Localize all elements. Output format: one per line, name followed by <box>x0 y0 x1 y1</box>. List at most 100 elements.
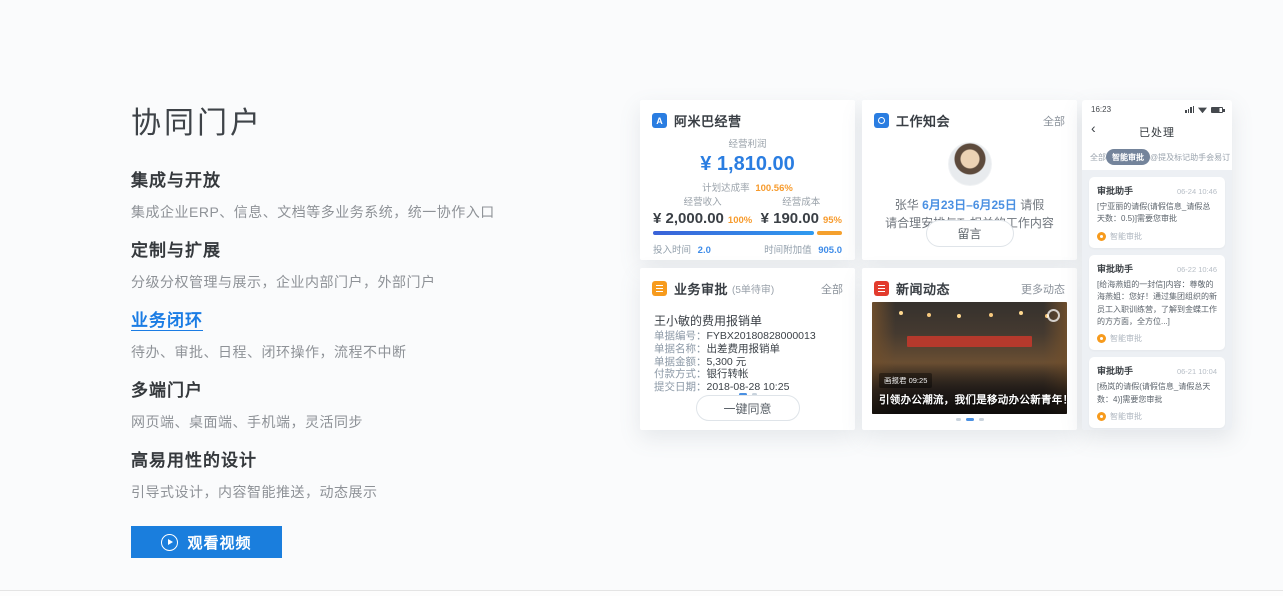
feature-usability: 高易用性的设计 引导式设计，内容智能推送，动态展示 <box>131 446 571 502</box>
amoeba-app-icon: A <box>652 113 667 128</box>
author-chip: 画报君 09:25 <box>879 373 932 388</box>
watch-video-button[interactable]: 观看视频 <box>131 526 282 558</box>
income-stat: 经营收入 ¥ 2,000.00 100% <box>653 194 752 227</box>
smart-approval-icon <box>1097 334 1106 343</box>
message-card[interactable]: 审批助手 06-22 10:46 [给海燕姐的一封信]内容：尊敬的海燕姐：您好！… <box>1089 255 1225 351</box>
message-badge: 智能审批 <box>1097 333 1217 344</box>
message-card[interactable]: 审批助手 06-24 10:46 [宁亚丽的请假(请假信息_请假总天数：0.5)… <box>1089 177 1225 248</box>
event-type: 请假 <box>1020 198 1044 212</box>
tab-smart-approval-active[interactable]: 智能审批 <box>1106 149 1150 165</box>
battery-icon <box>1211 107 1223 113</box>
carousel-dots[interactable] <box>862 418 1077 421</box>
time-label: 投入时间 <box>653 245 691 256</box>
row-label: 单据名称： <box>654 343 707 356</box>
dot[interactable] <box>979 418 984 421</box>
card-amoeba-operation: A 阿米巴经营 经营利润 ¥ 1,810.00 计划达成率 100.56% 经营… <box>640 100 855 260</box>
wifi-icon <box>1198 106 1207 113</box>
doc-detail-rows: 单据编号： FYBX20180828000013 单据名称： 出差费用报销单 单… <box>654 330 816 394</box>
feature-desc: 集成企业ERP、信息、文档等多业务系统，统一协作入口 <box>131 202 571 222</box>
leave-dates: 6月23日–6月25日 <box>922 198 1017 212</box>
leave-message-button[interactable]: 留言 <box>926 220 1014 247</box>
feature-customization: 定制与扩展 分级分权管理与展示，企业内部门户，外部门户 <box>131 236 571 292</box>
plan-value: 100.56% <box>755 183 793 194</box>
progress-bar <box>653 231 842 235</box>
phone-page-title: 已处理 <box>1139 124 1175 140</box>
person-name: 张华 <box>895 198 919 212</box>
feature-integration: 集成与开放 集成企业ERP、信息、文档等多业务系统，统一协作入口 <box>131 166 571 222</box>
one-click-approve-button[interactable]: 一键同意 <box>696 395 800 421</box>
play-icon <box>161 534 178 551</box>
profit-block: 经营利润 ¥ 1,810.00 计划达成率 100.56% <box>640 136 855 194</box>
phone-message-list: 审批助手 06-24 10:46 [宁亚丽的请假(请假信息_请假总天数：0.5)… <box>1082 170 1232 430</box>
doc-row: 单据名称： 出差费用报销单 <box>654 343 816 356</box>
phone-screenshot: 16:23 ‹ 已处理 全部 智能审批 @提及 标记助手 会易订 审批助手 06… <box>1082 100 1232 430</box>
plan-rate: 计划达成率 100.56% <box>640 180 855 194</box>
watch-video-label: 观看视频 <box>187 532 251 553</box>
message-text: [给海燕姐的一封信]内容：尊敬的海燕姐：您好！通过集团组织的新员工入职训练营，了… <box>1097 279 1217 329</box>
message-time: 06-22 10:46 <box>1177 265 1217 274</box>
next-section-strip <box>0 591 1283 596</box>
card-title: 阿米巴经营 <box>674 111 742 130</box>
message-badge: 智能审批 <box>1097 411 1217 422</box>
message-text: [杨岚的请假(请假信息_请假总天数：4)]需要您审批 <box>1097 381 1217 406</box>
tab-mentions[interactable]: @提及 <box>1150 152 1174 163</box>
feature-heading[interactable]: 集成与开放 <box>131 166 571 191</box>
smart-approval-icon <box>1097 412 1106 421</box>
doc-row: 单据金额： 5,300 元 <box>654 356 816 369</box>
feature-heading[interactable]: 多端门户 <box>131 376 571 401</box>
notice-line: 张华 6月23日–6月25日 请假 <box>862 196 1077 213</box>
dot-active[interactable] <box>966 418 974 421</box>
card-news-feed: 新闻动态 更多动态 画报君 09:25 引领办公潮流，我们是移动办公新青年！ <box>862 268 1077 430</box>
dot[interactable] <box>956 418 961 421</box>
newspaper-icon <box>878 285 885 292</box>
message-card[interactable]: 审批助手 06-21 10:04 [杨岚的请假(请假信息_请假总天数：4)]需要… <box>1089 357 1225 428</box>
red-banner-decor <box>907 336 1032 347</box>
news-author: 画报君 <box>884 376 907 385</box>
all-link[interactable]: 全部 <box>821 281 843 297</box>
phone-status-bar: 16:23 <box>1082 100 1232 119</box>
income-cost-row: 经营收入 ¥ 2,000.00 100% 经营成本 ¥ 190.00 95% <box>653 194 842 227</box>
document-icon <box>656 285 663 292</box>
cost-stat: 经营成本 ¥ 190.00 95% <box>761 194 842 227</box>
signal-icon <box>1185 106 1194 114</box>
status-time: 16:23 <box>1091 105 1111 114</box>
feature-column: 协同门户 集成与开放 集成企业ERP、信息、文档等多业务系统，统一协作入口 定制… <box>131 98 571 558</box>
news-image[interactable]: 画报君 09:25 引领办公潮流，我们是移动办公新青年！ <box>872 302 1067 414</box>
added-value: 905.0 <box>818 245 842 256</box>
ceiling-lights-decor <box>899 311 903 315</box>
row-label: 单据编号： <box>654 330 707 343</box>
tab-booking[interactable]: 会易订 <box>1206 152 1230 163</box>
feature-desc: 待办、审批、日程、闭环操作，流程不中断 <box>131 342 571 362</box>
card-title: 工作知会 <box>896 111 950 130</box>
row-value: 5,300 元 <box>707 356 747 369</box>
added-value-label: 时间附加值 <box>764 245 812 256</box>
avatar <box>948 142 992 186</box>
back-chevron-icon[interactable]: ‹ <box>1091 120 1096 136</box>
more-news-link[interactable]: 更多动态 <box>1021 281 1065 297</box>
doc-row: 付款方式： 银行转帐 <box>654 368 816 381</box>
tab-all[interactable]: 全部 <box>1090 152 1106 163</box>
feature-heading-active[interactable]: 业务闭环 <box>131 306 571 331</box>
card-work-notice: 工作知会 全部 张华 6月23日–6月25日 请假 请合理安排与Ta相关的工作内… <box>862 100 1077 260</box>
feature-desc: 分级分权管理与展示，企业内部门户，外部门户 <box>131 272 571 292</box>
phone-nav-bar: ‹ 已处理 <box>1082 119 1232 144</box>
tab-mark-assistant[interactable]: 标记助手 <box>1174 152 1206 163</box>
profit-value: ¥ 1,810.00 <box>640 153 855 176</box>
card-header: 工作知会 全部 <box>862 100 1077 130</box>
smart-approval-icon <box>1097 232 1106 241</box>
feature-heading[interactable]: 定制与扩展 <box>131 236 571 261</box>
cost-percent: 95% <box>823 215 842 226</box>
card-header: 业务审批 (5单待审) 全部 <box>640 268 855 298</box>
message-badge: 智能审批 <box>1097 231 1217 242</box>
income-percent: 100% <box>728 215 752 226</box>
feature-business-loop: 业务闭环 待办、审批、日程、闭环操作，流程不中断 <box>131 306 571 362</box>
row-value: 银行转帐 <box>707 368 749 381</box>
row-value: FYBX20180828000013 <box>707 330 816 343</box>
work-notice-app-icon <box>874 113 889 128</box>
message-text: [宁亚丽的请假(请假信息_请假总天数：0.5)]需要您审批 <box>1097 201 1217 226</box>
progress-blue-segment <box>653 231 814 235</box>
feature-heading[interactable]: 高易用性的设计 <box>131 446 571 471</box>
feature-multi-terminal: 多端门户 网页端、桌面端、手机端，灵活同步 <box>131 376 571 432</box>
all-link[interactable]: 全部 <box>1043 113 1065 129</box>
message-time: 06-24 10:46 <box>1177 187 1217 196</box>
